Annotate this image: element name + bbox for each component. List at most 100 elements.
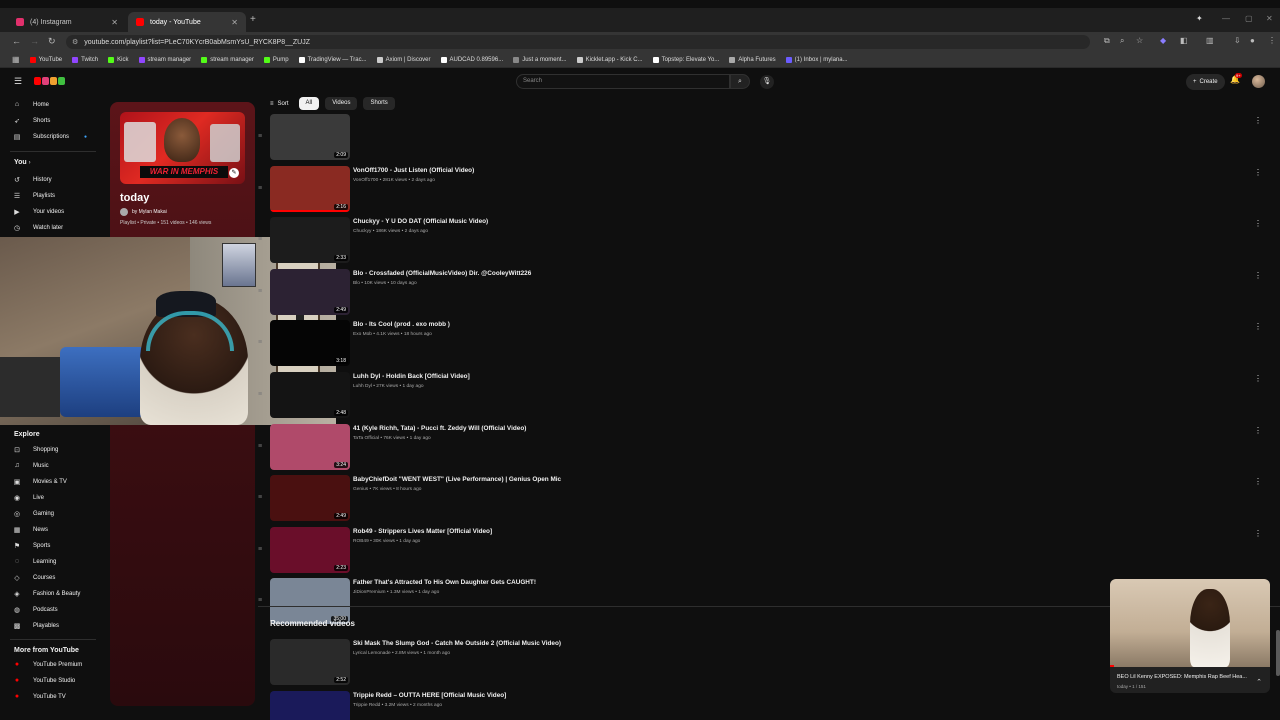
drag-handle-icon[interactable]: ≡ [258, 597, 262, 604]
sidebar-item-fashion[interactable]: ◈ Fashion & Beauty [12, 590, 96, 598]
tab-instagram[interactable]: (4) Instagram ✕ [8, 12, 126, 32]
sidebar-item-watch-later[interactable]: ◷ Watch later [12, 224, 96, 232]
more-options-icon[interactable]: ⋮ [1254, 322, 1262, 331]
sidebar-item-youtube-tv[interactable]: ● YouTube TV [12, 693, 96, 700]
video-title[interactable]: Luhh Dyl - Holdin Back [Official Video] [353, 373, 470, 380]
more-options-icon[interactable]: ⋮ [1254, 374, 1262, 383]
sidebar-item-learning[interactable]: ◌ Learning [12, 558, 96, 565]
drag-handle-icon[interactable]: ≡ [258, 546, 262, 553]
close-tab-icon[interactable]: ✕ [111, 18, 118, 27]
drag-handle-icon[interactable]: ≡ [258, 236, 262, 243]
sidebar-item-playlists[interactable]: ☰ Playlists [12, 192, 96, 200]
drag-handle-icon[interactable]: ≡ [258, 391, 262, 398]
zoom-icon[interactable]: ⌕ [1120, 36, 1124, 46]
drag-handle-icon[interactable]: ≡ [258, 133, 262, 140]
site-info-icon[interactable]: ⚙ [72, 38, 78, 46]
sidebar-item-courses[interactable]: ◇ Courses [12, 574, 96, 582]
create-button[interactable]: + Create [1186, 74, 1225, 90]
sidebar-item-subscriptions[interactable]: ▤ Subscriptions ● [12, 133, 96, 141]
playlist-video-row[interactable]: ≡ 3:24 41 (Kyle Richh, Tata) - Pucci ft. Z… [258, 424, 1268, 472]
playlist-video-row[interactable]: ≡ 2:49 Blo - Crossfaded (OfficialMusicVide… [258, 269, 1268, 317]
video-thumbnail[interactable]: 2:09 [270, 114, 350, 160]
playlist-video-row[interactable]: ≡ 2:23 Rob49 - Strippers Lives Matter [Off… [258, 527, 1268, 575]
playlist-owner[interactable]: by Mylan Makai [120, 208, 167, 216]
bookmark-item[interactable]: stream manager [138, 56, 191, 63]
bookmark-item[interactable]: Kicklet.app - Kick C... [576, 56, 643, 63]
sidebar-item-youtube-premium[interactable]: ● YouTube Premium [12, 661, 96, 668]
drag-handle-icon[interactable]: ≡ [258, 494, 262, 501]
account-avatar[interactable] [1252, 75, 1265, 88]
drag-handle-icon[interactable]: ≡ [258, 443, 262, 450]
drag-handle-icon[interactable]: ≡ [258, 185, 262, 192]
bookmark-item[interactable]: TradingView — Trac... [298, 56, 367, 63]
sort-button[interactable]: ≡ Sort [270, 101, 289, 107]
sidebar-item-music[interactable]: ♫ Music [12, 462, 96, 469]
video-thumbnail[interactable]: 2:33 [270, 217, 350, 263]
bookmark-item[interactable]: Just a moment... [513, 56, 567, 63]
extension-sparkle-icon[interactable]: ✦ [1196, 14, 1203, 23]
playlist-video-row[interactable]: ≡ 3:18 Blo - Its Cool (prod . exo mobb ) Ex… [258, 320, 1268, 368]
bookmark-item[interactable]: Pump [263, 56, 289, 63]
page-scrollbar[interactable] [1276, 630, 1280, 676]
sidebar-item-your-videos[interactable]: ▶ Your videos [12, 208, 96, 216]
video-thumbnail[interactable]: 2:52 [270, 639, 350, 685]
more-options-icon[interactable]: ⋮ [1254, 219, 1262, 228]
bookmark-item[interactable]: Axiom | Discover [376, 56, 431, 63]
video-title[interactable]: 41 (Kyle Richh, Tata) - Pucci ft. Zeddy … [353, 425, 526, 432]
tab-youtube[interactable]: today - YouTube ✕ [128, 12, 246, 32]
sidebar-item-news[interactable]: ▦ News [12, 526, 96, 534]
video-thumbnail[interactable]: 2:49 [270, 475, 350, 521]
search-input[interactable]: Search [516, 74, 730, 89]
video-thumbnail[interactable]: 35:00 [270, 578, 350, 624]
playlist-video-row[interactable]: ≡ 2:49 BabyChiefDoit "WENT WEST" (Live Per… [258, 475, 1268, 523]
notifications-bell-icon[interactable]: 🔔 9+ [1230, 73, 1242, 84]
chip-shorts[interactable]: Shorts [363, 97, 395, 110]
bookmark-star-icon[interactable]: ☆ [1136, 36, 1143, 45]
miniplayer-video[interactable] [1110, 579, 1270, 667]
menu-kebab-icon[interactable]: ⋮ [1268, 36, 1276, 45]
video-title[interactable]: Rob49 - Strippers Lives Matter [Official… [353, 528, 492, 535]
bookmark-item[interactable]: (1) Inbox | mylana... [785, 56, 848, 63]
edit-pencil-icon[interactable]: ✎ [229, 168, 239, 178]
sidebar-item-youtube-studio[interactable]: ● YouTube Studio [12, 677, 96, 684]
more-options-icon[interactable]: ⋮ [1254, 116, 1262, 125]
video-title[interactable]: Ski Mask The Slump God - Catch Me Outsid… [353, 640, 561, 647]
video-title[interactable]: VonOff1700 - Just Listen (Official Video… [353, 167, 474, 174]
youtube-logo[interactable] [34, 77, 65, 85]
reload-icon[interactable]: ↻ [48, 36, 56, 47]
video-title[interactable]: Blo - Crossfaded (OfficialMusicVideo) Di… [353, 270, 531, 277]
chip-videos[interactable]: Videos [325, 97, 358, 110]
sidebar-item-history[interactable]: ↺ History [12, 176, 96, 184]
more-options-icon[interactable]: ⋮ [1254, 271, 1262, 280]
video-title[interactable]: Chuckyy - Y U DO DAT (Official Music Vid… [353, 218, 488, 225]
apps-grid-icon[interactable]: ▦ [12, 55, 20, 64]
video-title[interactable]: Father That's Attracted To His Own Daugh… [353, 579, 536, 586]
more-options-icon[interactable]: ⋮ [1254, 477, 1262, 486]
playlist-video-row[interactable]: ≡ 2:33 Chuckyy - Y U DO DAT (Official Musi… [258, 217, 1268, 265]
playlist-cover-thumbnail[interactable]: WAR IN MEMPHIS ✎ [120, 112, 245, 184]
video-title[interactable]: Blo - Its Cool (prod . exo mobb ) [353, 321, 450, 328]
bookmark-item[interactable]: stream manager [201, 56, 254, 63]
profile-icon[interactable]: ● [1250, 36, 1255, 45]
recommended-video-row[interactable]: Trippie Redd – OUTTA HERE [Official Musi… [258, 691, 1268, 720]
chip-all[interactable]: All [298, 97, 320, 110]
url-field[interactable]: ⚙ youtube.com/playlist?list=PLeC70KYcrB0… [66, 35, 1090, 49]
extension-icon[interactable]: ◆ [1160, 36, 1166, 45]
more-options-icon[interactable]: ⋮ [1254, 529, 1262, 538]
search-icon[interactable]: ⌕ [730, 74, 750, 89]
cast-icon[interactable]: ⧉ [1104, 36, 1110, 46]
bookmark-item[interactable]: YouTube [29, 56, 62, 63]
video-title[interactable]: BabyChiefDoit "WENT WEST" (Live Performa… [353, 476, 561, 483]
sidebar-item-live[interactable]: ◉ Live [12, 494, 96, 502]
bookmark-item[interactable]: AUDCAD 0.89596... [440, 56, 503, 63]
microphone-icon[interactable]: 🎙 [760, 75, 774, 89]
video-title[interactable]: Trippie Redd – OUTTA HERE [Official Musi… [353, 692, 506, 699]
download-icon[interactable]: ⇩ [1234, 36, 1241, 45]
sidebar-item-gaming[interactable]: ◎ Gaming [12, 510, 96, 518]
sidepanel-icon[interactable]: ▥ [1206, 36, 1214, 45]
close-window-icon[interactable]: ✕ [1266, 14, 1273, 23]
sidebar-item-home[interactable]: ⌂ Home [12, 101, 96, 108]
playlist-video-row[interactable]: ≡ 2:48 Luhh Dyl - Holdin Back [Official Vi… [258, 372, 1268, 420]
close-tab-icon[interactable]: ✕ [231, 18, 238, 27]
sidebar-item-shopping[interactable]: ⊡ Shopping [12, 446, 96, 454]
